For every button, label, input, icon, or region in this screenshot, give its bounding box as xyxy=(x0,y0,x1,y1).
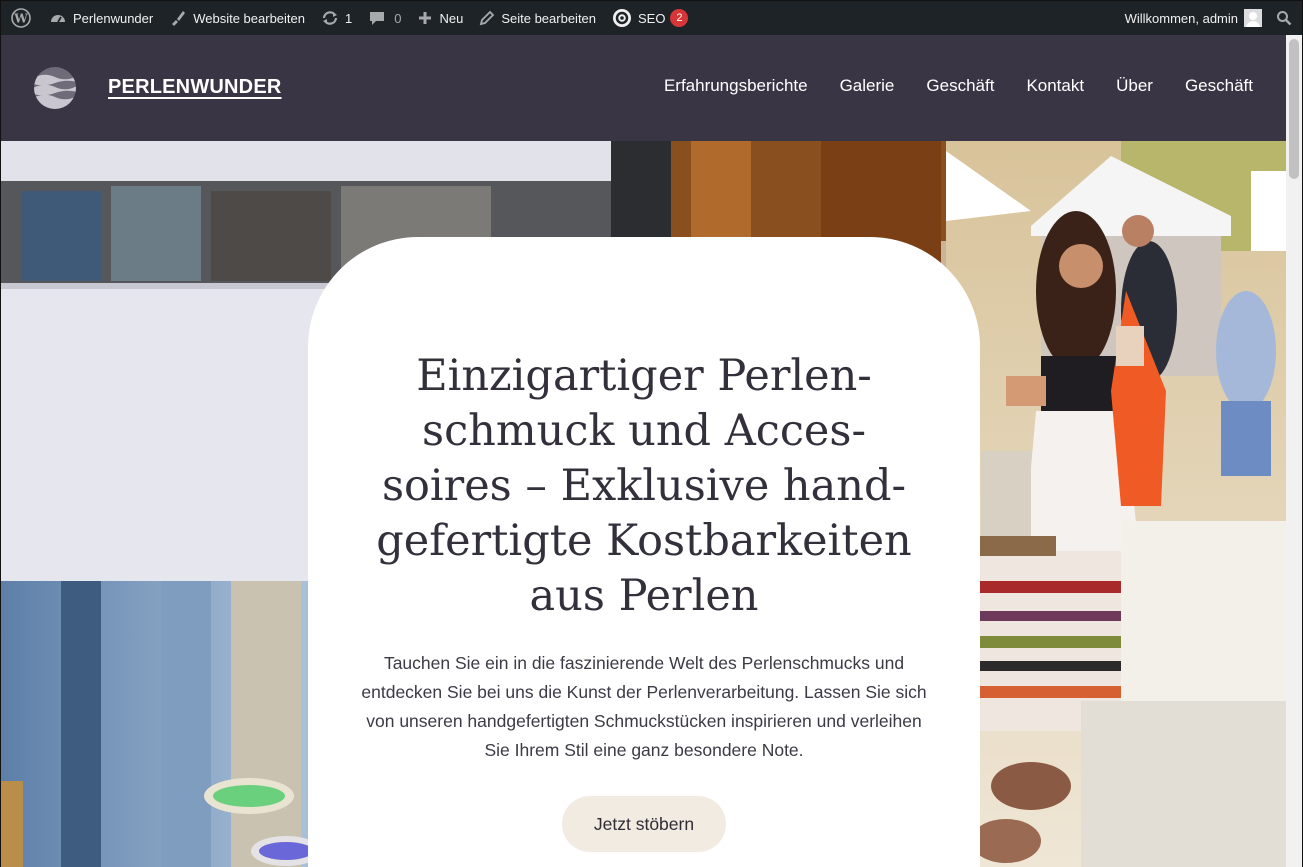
edit-website-label: Website bearbeiten xyxy=(193,10,305,26)
site-title-link[interactable]: PERLENWUNDER xyxy=(108,76,282,99)
wordpress-logo-button[interactable]: W xyxy=(1,1,41,35)
svg-text:W: W xyxy=(13,12,28,26)
site-logo-icon[interactable] xyxy=(33,66,77,110)
nav-item-galerie[interactable]: Galerie xyxy=(840,76,895,96)
seo-label: SEO xyxy=(638,10,666,26)
search-icon xyxy=(1277,11,1292,26)
account-menu[interactable]: Willkommen, admin xyxy=(1117,1,1270,35)
hero-card: Einzigartiger Perlen­schmuck und Acces­s… xyxy=(308,237,980,867)
nav-item-geschaeft[interactable]: Geschäft xyxy=(926,76,994,96)
comments-link[interactable]: 0 xyxy=(360,1,409,35)
brush-icon xyxy=(169,9,187,27)
pencil-icon xyxy=(479,10,495,26)
wordpress-icon: W xyxy=(11,8,31,28)
nav-item-ueber[interactable]: Über xyxy=(1116,76,1153,96)
updates-link[interactable]: 1 xyxy=(313,1,360,35)
main-navigation: Erfahrungsberichte Galerie Geschäft Kont… xyxy=(664,76,1253,96)
edit-website-link[interactable]: Website bearbeiten xyxy=(161,1,313,35)
comments-count: 0 xyxy=(394,10,402,26)
updates-count: 1 xyxy=(345,10,353,26)
nav-item-geschaeft-2[interactable]: Geschäft xyxy=(1185,76,1253,96)
scrollbar-thumb[interactable] xyxy=(1289,39,1299,179)
hero-description: Tauchen Sie ein in die faszinierende Wel… xyxy=(361,653,927,760)
updates-icon xyxy=(321,9,339,27)
edit-page-link[interactable]: Seite bearbeiten xyxy=(471,1,604,35)
browse-button[interactable]: Jetzt stöbern xyxy=(562,796,726,852)
seo-icon xyxy=(612,8,632,28)
admin-bar: W Perlenwunder Website bearbeiten 1 0 Ne… xyxy=(1,1,1302,35)
dashboard-icon xyxy=(49,9,67,27)
avatar xyxy=(1244,9,1262,27)
comments-icon xyxy=(368,9,386,27)
admin-search-button[interactable] xyxy=(1270,1,1302,35)
welcome-text: Willkommen, admin xyxy=(1124,10,1238,26)
edit-page-label: Seite bearbeiten xyxy=(501,10,597,26)
site-name-label: Perlenwunder xyxy=(73,10,154,26)
new-label: Neu xyxy=(439,10,464,26)
site-name-link[interactable]: Perlenwunder xyxy=(41,1,161,35)
seo-notification-badge: 2 xyxy=(670,9,689,27)
plus-icon xyxy=(417,10,433,26)
new-content-link[interactable]: Neu xyxy=(409,1,471,35)
site-header: PERLENWUNDER Erfahrungsberichte Galerie … xyxy=(1,35,1286,141)
nav-item-kontakt[interactable]: Kontakt xyxy=(1026,76,1084,96)
seo-menu[interactable]: SEO 2 xyxy=(604,1,696,35)
hero-heading: Einzigartiger Perlen­schmuck und Acces­s… xyxy=(376,351,912,621)
nav-item-erfahrungsberichte[interactable]: Erfahrungsberichte xyxy=(664,76,808,96)
page-scrollbar[interactable] xyxy=(1286,35,1302,867)
